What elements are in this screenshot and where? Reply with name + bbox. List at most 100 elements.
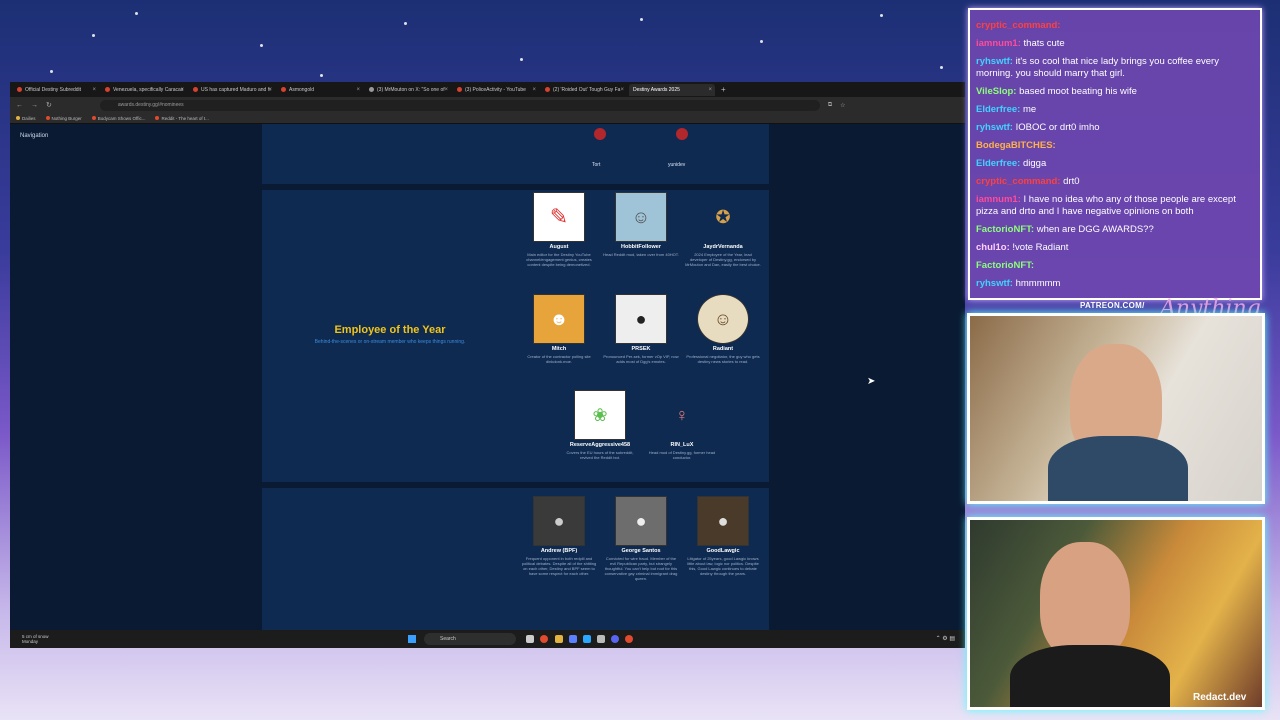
url-input[interactable]: awards.destiny.gg/#nominees [99, 99, 820, 111]
new-tab-button[interactable]: + [721, 85, 726, 94]
awards-page: Navigation Tort yunidev Employee of the … [10, 124, 965, 630]
bookmark-item[interactable]: Dailies [16, 116, 36, 121]
tab-0[interactable]: Official Destiny Subreddit × [13, 84, 99, 96]
reddit-icon [105, 87, 110, 92]
avatar [676, 128, 688, 140]
app-icon[interactable] [625, 635, 633, 643]
nominee-card[interactable]: ☻ Mitch Creator of the contractor pollin… [521, 294, 597, 364]
avatar: ● [615, 496, 667, 546]
anime-girl-icon: ♀ [675, 404, 689, 425]
taskbar-search[interactable]: Search [424, 633, 516, 645]
close-icon[interactable]: × [532, 87, 536, 93]
nominee-card[interactable]: ✎ August Main editor for the Destiny You… [521, 192, 597, 267]
close-icon[interactable]: × [356, 87, 360, 93]
close-icon[interactable]: × [444, 87, 448, 93]
nominee-name[interactable]: yunidev [668, 162, 685, 168]
discord-icon[interactable] [611, 635, 619, 643]
nominee-card[interactable]: ● Andrew (BPF) Frequent opponent in both… [521, 496, 597, 576]
nominee-name: George Santos [621, 548, 661, 554]
nominee-name: PRSEK [631, 346, 651, 352]
tab-4[interactable]: (3) MrMouton on X: "So one of × [365, 84, 451, 96]
tab-7[interactable]: Destiny Awards 2025 × [629, 83, 715, 96]
forward-icon[interactable]: → [31, 102, 38, 109]
avatar: ● [697, 496, 749, 546]
avatar: ✪ [697, 192, 749, 242]
chat-message: iamnum1: I have no idea who any of those… [976, 194, 1236, 217]
bookmarks-bar: Dailies Nothing Burger Bodycam Shows Off… [10, 113, 965, 124]
app-icon[interactable] [569, 635, 577, 643]
extensions-icon[interactable]: ⧉ [828, 102, 832, 109]
nominee-name: RIN_LuX [670, 442, 694, 448]
steam-icon[interactable] [597, 635, 605, 643]
webcam-feed-1 [967, 313, 1265, 504]
avatar: ✎ [533, 192, 585, 242]
app-icon[interactable] [583, 635, 591, 643]
chat-message: ryhswtf: it's so cool that nice lady bri… [976, 56, 1219, 79]
nominee-card[interactable]: ❀ ReserveAggressive458 Covers the EU hou… [562, 390, 638, 460]
chat-message: FactorioNFT: [976, 260, 1035, 271]
nominee-description: Pronounced Per-sek, former vOp VIP, now … [603, 354, 679, 364]
chat-message: ryhswtf: IOBOC or drt0 imho [976, 122, 1100, 133]
nominee-name: GoodLawgic [706, 548, 740, 554]
close-icon[interactable]: × [708, 87, 712, 93]
nominee-card[interactable]: ☺ Radiant Professional negotiator, the g… [685, 294, 761, 364]
avatar: ● [533, 496, 585, 546]
close-icon[interactable]: × [180, 87, 184, 93]
employee-of-the-year-section: Employee of the Year Behind-the-scenes o… [262, 190, 769, 482]
tab-6[interactable]: (2) 'Roided Out' Tough Guy Fa × [541, 84, 627, 96]
chat-message: cryptic_command: [976, 20, 1061, 31]
nominee-card[interactable]: ♀ RIN_LuX Head mod of Destiny.gg, former… [644, 390, 720, 460]
tab-1[interactable]: Venezuela, specifically Caracas × [101, 84, 187, 96]
nominee-name[interactable]: Tort [592, 162, 600, 168]
tab-3[interactable]: Asmongold × [277, 84, 363, 96]
x-icon [369, 87, 374, 92]
wizard-icon: ☺ [631, 206, 651, 227]
nominee-description: Head mod of Destiny.gg, former head cond… [648, 450, 716, 460]
navigation-link[interactable]: Navigation [20, 133, 48, 139]
avatar: ● [615, 294, 667, 344]
avatar: ☺ [615, 192, 667, 242]
nominee-name: Andrew (BPF) [540, 548, 578, 554]
file-explorer-icon[interactable] [526, 635, 534, 643]
chat-message: FactorioNFT: when are DGG AWARDS?? [976, 224, 1154, 235]
windows-start-icon[interactable] [408, 635, 416, 643]
reload-icon[interactable]: ↻ [46, 101, 52, 109]
monkey-icon: ✪ [715, 206, 731, 227]
youtube-icon [545, 87, 550, 92]
back-icon[interactable]: ← [16, 102, 23, 109]
person-icon: ● [635, 308, 647, 329]
bookmark-item[interactable]: Bodycam Shows Offic... [91, 116, 145, 121]
nominee-card[interactable]: ● PRSEK Pronounced Per-sek, former vOp V… [603, 294, 679, 364]
face-icon: ☺ [713, 308, 733, 329]
chat-message: chul1o: !vote Radiant [976, 242, 1069, 253]
cat-icon: ☻ [549, 308, 569, 329]
nominee-description: Main editor for the Destiny YouTube chan… [526, 252, 592, 267]
chrome-icon[interactable] [540, 635, 548, 643]
award-subtitle: Behind-the-scenes or on-stream member wh… [314, 339, 466, 345]
close-icon[interactable]: × [92, 87, 96, 93]
nominee-description: Head Reddit mod, taken over from 40HOT. [603, 252, 679, 257]
person-icon: ● [635, 510, 647, 531]
nominee-name: Mitch [551, 346, 567, 352]
nominee-card[interactable]: ● George Santos Convicted for wire fraud… [603, 496, 679, 581]
system-tray[interactable]: ⌃ ⚙ ▤ [936, 635, 955, 642]
folder-icon[interactable] [555, 635, 563, 643]
close-icon[interactable]: × [268, 87, 272, 93]
nominee-card[interactable]: ✪ JaydrVernanda 2024 Employee of the Yea… [685, 192, 761, 267]
bookmark-item[interactable]: Nothing Burger [45, 116, 82, 121]
chat-message: iamnum1: thats cute [976, 38, 1065, 49]
chat-message: Elderfree: me [976, 104, 1037, 115]
weather-widget[interactable]: 5 cm of snow Monday [22, 634, 49, 644]
close-icon[interactable]: × [620, 87, 624, 93]
bookmark-star-icon[interactable]: ☆ [840, 102, 845, 109]
tab-2[interactable]: US has captured Maduro and h × [189, 84, 275, 96]
nominee-card[interactable]: ☺ HobbitFollower Head Reddit mod, taken … [603, 192, 679, 257]
watermark: Redact.dev [1193, 692, 1247, 703]
tab-5[interactable]: (3) PoliceActivity - YouTube × [453, 84, 539, 96]
avatar [594, 128, 606, 140]
address-bar-row: ← → ↻ awards.destiny.gg/#nominees ⧉ ☆ [10, 97, 965, 113]
streamer-body [1010, 645, 1170, 707]
reddit-icon [17, 87, 22, 92]
bookmark-item[interactable]: Reddit - The heart of t... [155, 116, 209, 121]
nominee-card[interactable]: ● GoodLawgic Litigator of 25years, good … [685, 496, 761, 576]
